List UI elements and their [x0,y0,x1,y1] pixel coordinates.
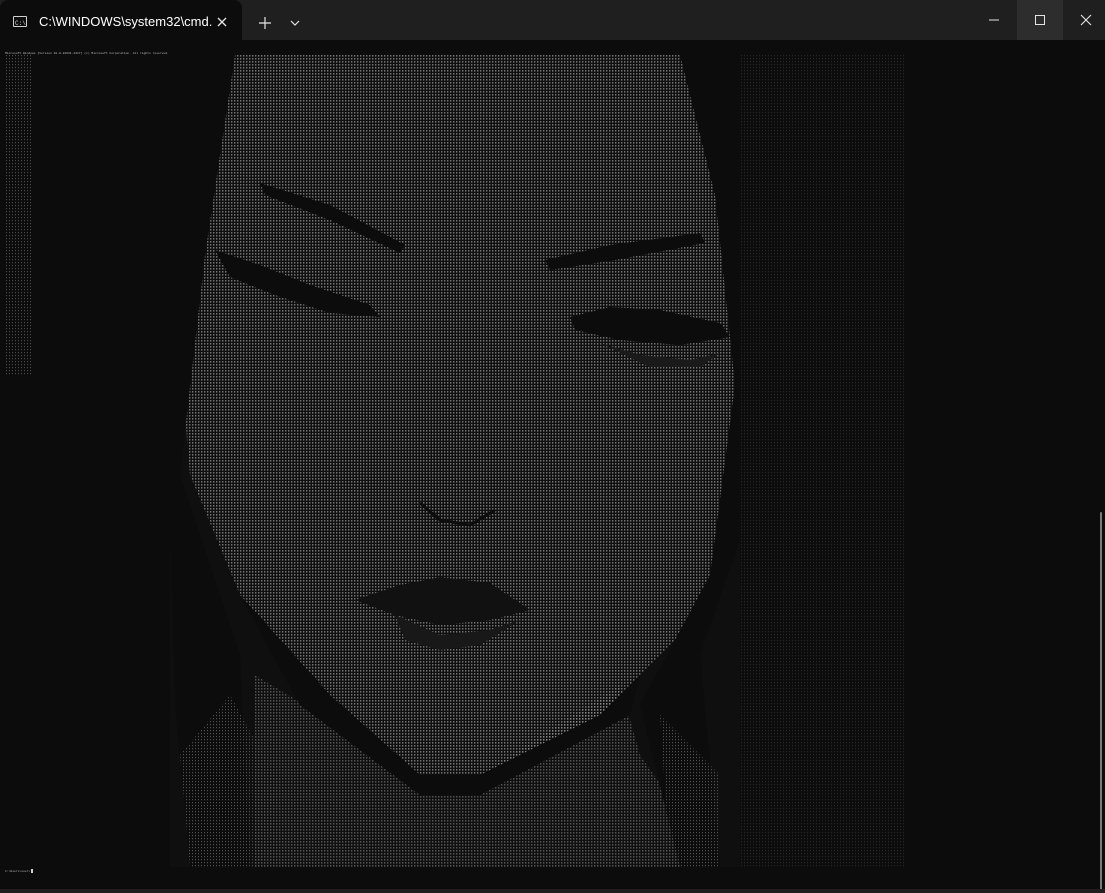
ascii-art-portrait [5,55,905,867]
svg-text:C:\: C:\ [15,20,26,27]
tab-cmd[interactable]: C:\ C:\WINDOWS\system32\cmd. [0,0,242,40]
terminal-icon: C:\ [13,16,27,27]
chevron-down-icon [290,20,300,26]
close-window-button[interactable] [1063,0,1105,40]
maximize-icon [1035,15,1045,25]
tab-dropdown-button[interactable] [287,15,303,31]
maximize-button[interactable] [1017,0,1063,40]
terminal-output[interactable]: Microsoft Windows [Version 10.0.22631.43… [0,40,1105,889]
new-tab-button[interactable] [256,14,274,32]
minimize-button[interactable] [971,0,1017,40]
prompt-text: C:\Users\user> [5,869,31,873]
vertical-scrollbar[interactable] [1098,512,1104,889]
window-bottom-border [0,889,1105,893]
command-prompt[interactable]: C:\Users\user> [5,869,34,873]
tab-title: C:\WINDOWS\system32\cmd. [39,14,213,29]
plus-icon [259,17,271,29]
text-cursor [31,869,34,873]
close-icon [1080,14,1092,26]
scrollbar-thumb[interactable] [1100,512,1102,889]
minimize-icon [989,19,999,21]
close-tab-icon[interactable] [214,14,230,30]
title-bar: C:\ C:\WINDOWS\system32\cmd. [0,0,1105,40]
